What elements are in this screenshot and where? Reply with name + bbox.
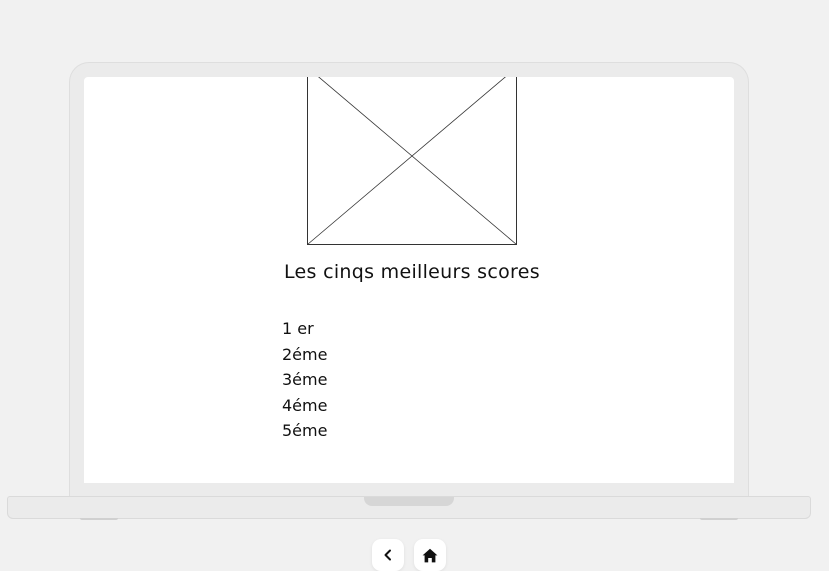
chevron-left-icon — [382, 549, 394, 561]
scores-list: 1 er 2éme 3éme 4éme 5éme — [282, 316, 327, 444]
laptop-base — [7, 496, 811, 520]
home-icon — [422, 548, 438, 563]
score-rank-2: 2éme — [282, 344, 328, 364]
laptop-screen: Les cinqs meilleurs scores 1 er 2éme 3ém… — [84, 77, 734, 483]
back-button[interactable] — [372, 539, 404, 571]
laptop-foot-right — [700, 518, 738, 520]
image-placeholder — [307, 77, 517, 245]
scores-title: Les cinqs meilleurs scores — [284, 261, 540, 283]
laptop-foot-left — [80, 518, 118, 520]
score-rank-1: 1 er — [282, 319, 314, 338]
score-rank-4: 4éme — [282, 395, 328, 415]
laptop-notch — [364, 497, 454, 506]
score-rank-3: 3éme — [282, 370, 328, 390]
home-button[interactable] — [414, 539, 446, 571]
score-rank-5: 5éme — [282, 421, 328, 441]
